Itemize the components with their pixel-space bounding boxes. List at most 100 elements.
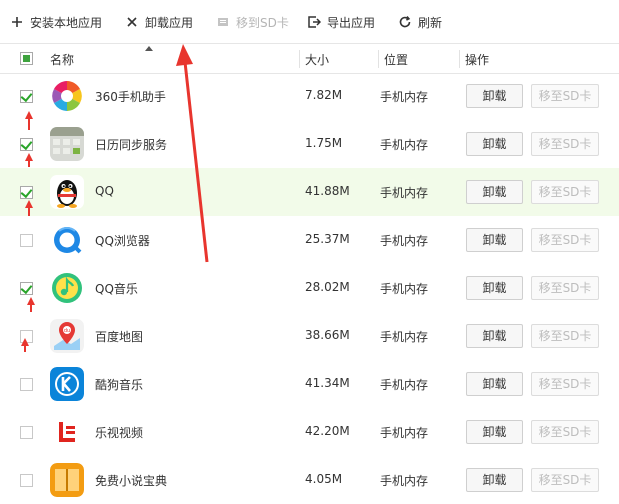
app-location: 手机内存: [380, 426, 429, 440]
move-to-sd-card-button[interactable]: 移至SD卡: [531, 132, 599, 156]
360-assistant-icon: [50, 79, 84, 113]
export-app-button[interactable]: 导出应用: [307, 12, 375, 32]
app-size: 7.82M: [305, 88, 343, 102]
move-to-sd-card-button[interactable]: 移至SD卡: [531, 276, 599, 300]
column-divider: [378, 50, 379, 68]
refresh-label: 刷新: [418, 15, 443, 30]
move-to-sd-card-button[interactable]: 移至SD卡: [531, 84, 599, 108]
app-location: 手机内存: [380, 90, 429, 104]
app-name: 免费小说宝典: [95, 474, 168, 488]
move-to-sd-card-button[interactable]: 移至SD卡: [531, 468, 599, 492]
move-to-sd-button[interactable]: 移到SD卡: [216, 12, 289, 32]
letv-video-icon: [50, 415, 84, 449]
row-checkbox[interactable]: [20, 89, 33, 103]
uninstall-button[interactable]: 卸载: [466, 276, 523, 300]
app-name: 日历同步服务: [95, 138, 168, 152]
table-row[interactable]: 日历同步服务 1.75M 手机内存 卸载 移至SD卡: [0, 120, 619, 168]
column-header-action: 操作: [465, 53, 490, 67]
export-app-label: 导出应用: [327, 15, 376, 30]
refresh-icon: [398, 15, 412, 29]
column-header-name[interactable]: 名称: [50, 51, 74, 68]
calendar-sync-icon: [50, 127, 84, 161]
uninstall-button[interactable]: 卸载: [466, 420, 523, 444]
install-local-app-button[interactable]: 安装本地应用: [10, 12, 102, 32]
app-location: 手机内存: [380, 474, 429, 488]
table-row[interactable]: 酷狗音乐 41.34M 手机内存 卸载 移至SD卡: [0, 360, 619, 408]
move-to-sd-card-button[interactable]: 移至SD卡: [531, 228, 599, 252]
toolbar: 安装本地应用 卸载应用 移到SD卡 导出应用 刷新: [0, 0, 619, 43]
column-divider: [299, 50, 300, 68]
uninstall-button[interactable]: 卸载: [466, 468, 523, 492]
uninstall-app-button[interactable]: 卸载应用: [125, 12, 193, 32]
sd-card-icon: [216, 15, 230, 29]
table-row[interactable]: 免费小说宝典 4.05M 手机内存 卸载 移至SD卡: [0, 456, 619, 504]
app-name: QQ浏览器: [95, 234, 150, 248]
app-name: QQ音乐: [95, 282, 138, 296]
table-header: 名称 大小 位置 操作: [0, 43, 619, 74]
app-size: 4.05M: [305, 472, 343, 486]
close-icon: [125, 15, 139, 29]
column-divider: [459, 50, 460, 68]
app-location: 手机内存: [380, 378, 429, 392]
app-location: 手机内存: [380, 330, 429, 344]
move-to-sd-card-button[interactable]: 移至SD卡: [531, 324, 599, 348]
move-to-sd-card-button[interactable]: 移至SD卡: [531, 180, 599, 204]
app-size: 25.37M: [305, 232, 350, 246]
app-size: 42.20M: [305, 424, 350, 438]
table-row[interactable]: QQ浏览器 25.37M 手机内存 卸载 移至SD卡: [0, 216, 619, 264]
row-checkbox[interactable]: [20, 426, 33, 439]
move-to-sd-label: 移到SD卡: [236, 15, 289, 30]
install-local-app-label: 安装本地应用: [30, 15, 103, 30]
table-row[interactable]: 乐视视频 42.20M 手机内存 卸载 移至SD卡: [0, 408, 619, 456]
row-checkbox[interactable]: [20, 330, 33, 343]
checkmark-icon: [20, 89, 33, 103]
app-name: 360手机助手: [95, 90, 166, 104]
sort-ascending-icon: [145, 46, 153, 51]
app-location: 手机内存: [380, 234, 429, 248]
svg-text:du: du: [64, 328, 70, 334]
table-row[interactable]: QQ音乐 28.02M 手机内存 卸载 移至SD卡: [0, 264, 619, 312]
column-header-size[interactable]: 大小: [305, 51, 329, 68]
novel-book-icon: [50, 463, 84, 497]
move-to-sd-card-button[interactable]: 移至SD卡: [531, 420, 599, 444]
checkmark-icon: [20, 137, 33, 151]
baidu-map-icon: du: [50, 319, 84, 353]
qq-browser-icon: [50, 223, 84, 257]
row-checkbox[interactable]: [20, 474, 33, 487]
uninstall-button[interactable]: 卸载: [466, 180, 523, 204]
app-name: 酷狗音乐: [95, 378, 144, 392]
row-checkbox[interactable]: [20, 185, 33, 199]
row-checkbox[interactable]: [20, 234, 33, 247]
uninstall-button[interactable]: 卸载: [466, 84, 523, 108]
app-location: 手机内存: [380, 186, 429, 200]
row-checkbox[interactable]: [20, 137, 33, 151]
row-checkbox[interactable]: [20, 281, 33, 295]
app-location: 手机内存: [380, 138, 429, 152]
uninstall-button[interactable]: 卸载: [466, 324, 523, 348]
row-checkbox[interactable]: [20, 378, 33, 391]
table-row[interactable]: QQ 41.88M 手机内存 卸载 移至SD卡: [0, 168, 619, 216]
uninstall-button[interactable]: 卸载: [466, 132, 523, 156]
move-to-sd-card-button[interactable]: 移至SD卡: [531, 372, 599, 396]
qq-penguin-icon: [50, 175, 84, 209]
app-size: 41.88M: [305, 184, 350, 198]
export-icon: [307, 15, 321, 29]
app-size: 38.66M: [305, 328, 350, 342]
uninstall-button[interactable]: 卸载: [466, 372, 523, 396]
app-size: 28.02M: [305, 280, 350, 294]
column-header-location[interactable]: 位置: [384, 51, 408, 68]
app-name: 百度地图: [95, 330, 144, 344]
table-row[interactable]: 360手机助手 7.82M 手机内存 卸载 移至SD卡: [0, 72, 619, 120]
table-row[interactable]: du 百度地图 38.66M 手机内存 卸载 移至SD卡: [0, 312, 619, 360]
uninstall-app-label: 卸载应用: [145, 15, 194, 30]
select-all-checkbox[interactable]: [20, 52, 33, 65]
qq-music-icon: [50, 271, 84, 305]
uninstall-button[interactable]: 卸载: [466, 228, 523, 252]
checkmark-icon: [20, 185, 33, 199]
refresh-button[interactable]: 刷新: [398, 12, 442, 32]
app-name: QQ: [95, 184, 114, 198]
app-size: 1.75M: [305, 136, 343, 150]
plus-icon: [10, 15, 24, 29]
checkmark-icon: [20, 281, 33, 295]
kugou-music-icon: [50, 367, 84, 401]
